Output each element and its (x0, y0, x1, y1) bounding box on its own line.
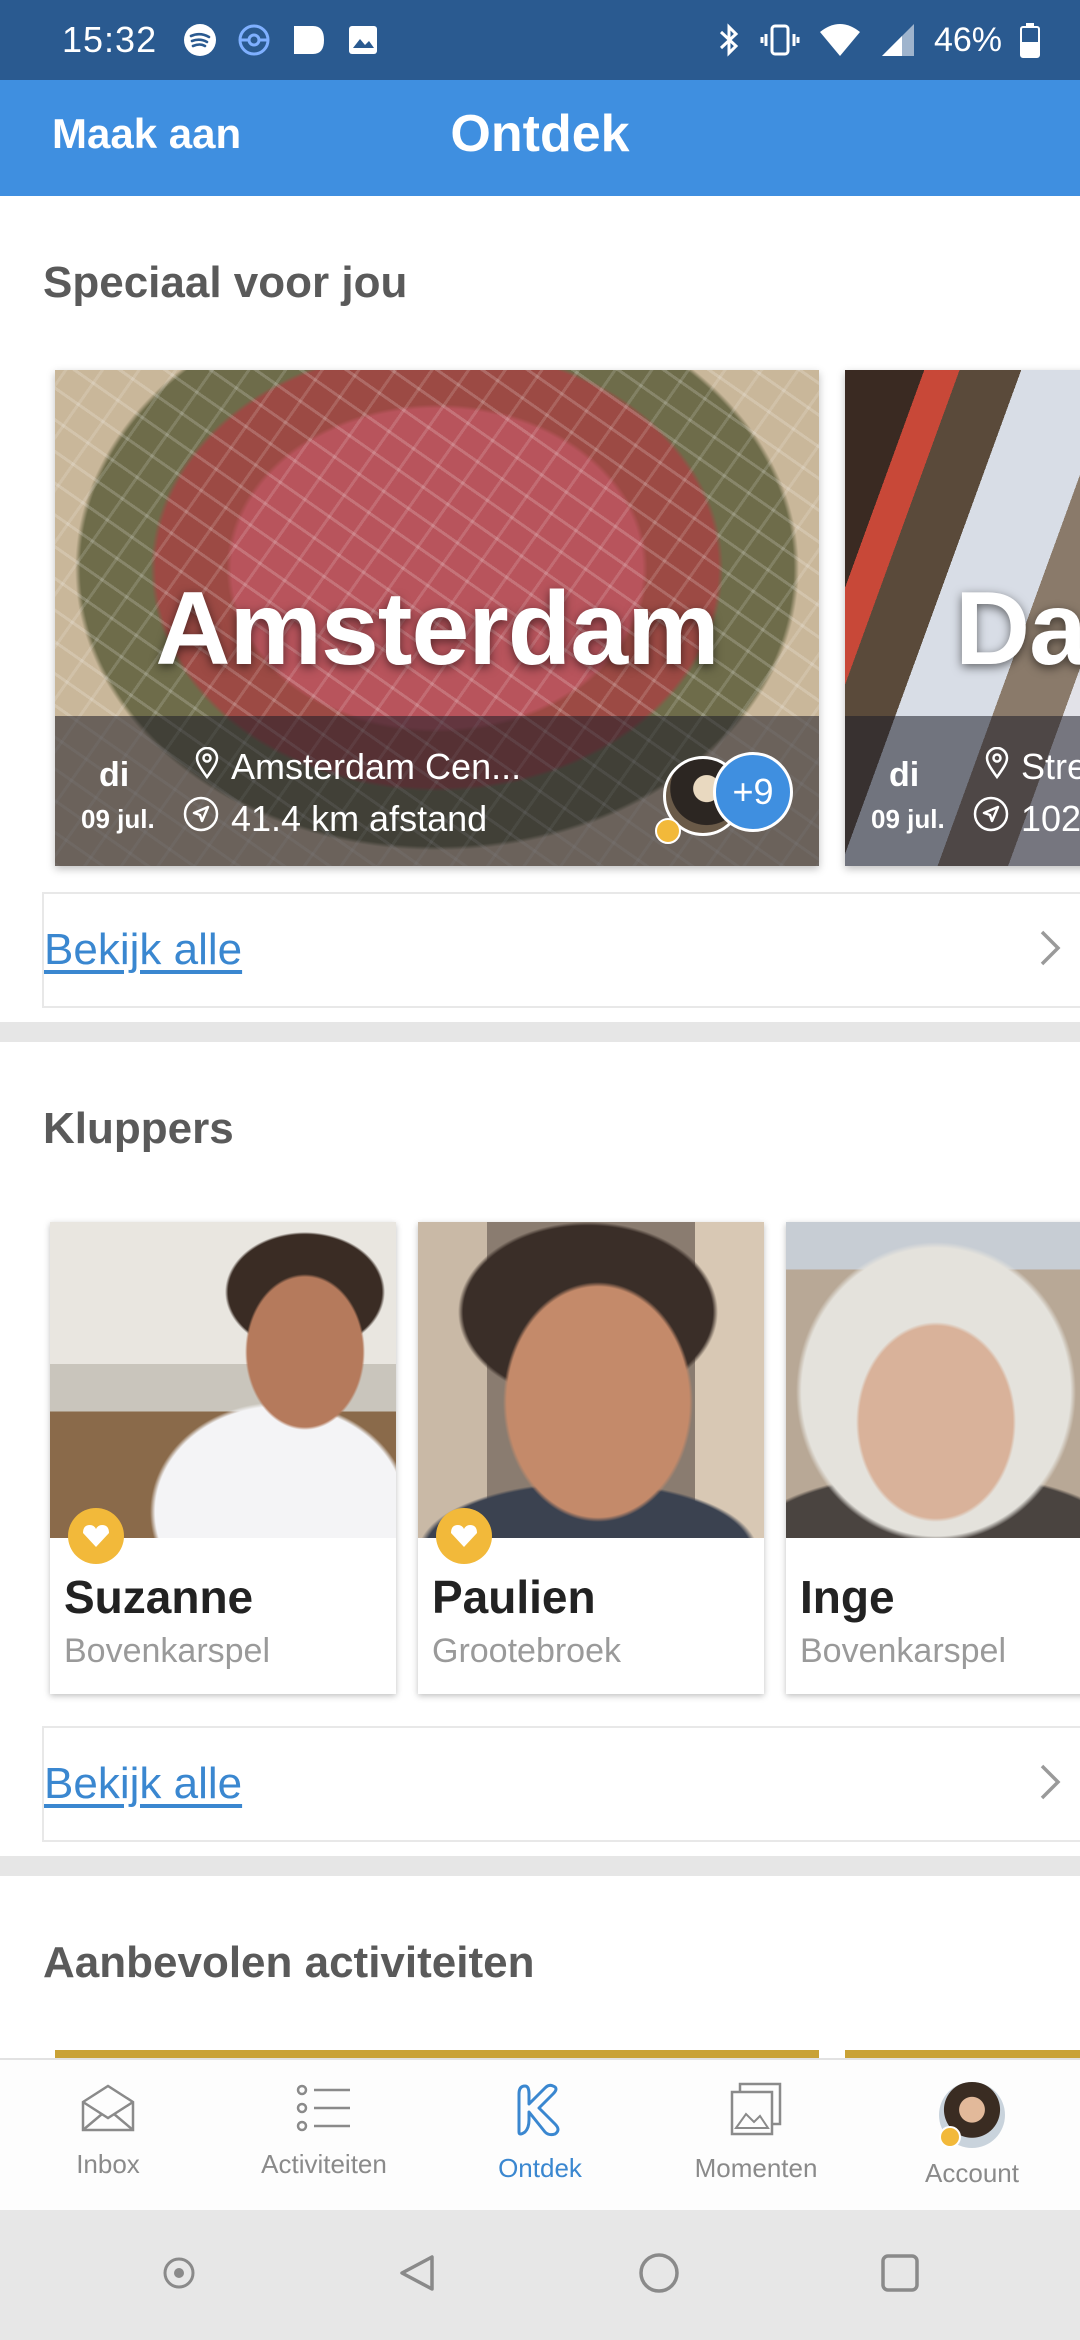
premium-badge-icon (68, 1508, 124, 1564)
activity-title: Da (955, 571, 1080, 687)
view-all-label: Bekijk alle (44, 1759, 243, 1808)
activity-info-bar: di 09 jul. Amsterdam Cen... 41.4 km afst… (55, 716, 819, 866)
activity-distance: 102 (973, 796, 1080, 841)
image-icon (347, 24, 379, 56)
battery-icon (1020, 22, 1040, 58)
nav-label: Inbox (76, 2149, 140, 2179)
nav-label: Momenten (694, 2153, 818, 2183)
home-button[interactable] (637, 2251, 681, 2300)
view-all-label: Bekijk alle (44, 925, 243, 974)
wifi-icon (818, 22, 862, 58)
activity-distance-text: 102 (1021, 797, 1080, 839)
activity-location-text: Amsterdam Cen... (231, 746, 522, 787)
member-city: Grootebroek (432, 1632, 621, 1670)
location-pin-icon (195, 746, 219, 788)
section-title-special: Speciaal voor jou (43, 258, 408, 307)
signal-icon (880, 22, 916, 58)
spotify-icon (183, 23, 217, 57)
activity-distance-text: 41.4 km afstand (231, 797, 488, 839)
navigation-arrow-icon (973, 796, 1009, 841)
member-photo (786, 1222, 1080, 1538)
nav-momenten[interactable]: Momenten (648, 2060, 864, 2210)
activity-date: 09 jul. (81, 804, 155, 834)
member-card[interactable]: Suzanne Bovenkarspel (50, 1222, 396, 1694)
activity-date: 09 jul. (871, 804, 945, 834)
premium-badge-icon (436, 1508, 492, 1564)
section-divider (0, 1856, 1080, 1876)
view-all-special-button[interactable]: Bekijk alle (42, 892, 1080, 1008)
avatar (939, 2082, 1005, 2148)
activity-card[interactable]: Amsterdam di 09 jul. Amsterdam Cen... 41… (55, 370, 819, 866)
view-all-kluppers-button[interactable]: Bekijk alle (42, 1726, 1080, 1842)
member-photo (418, 1222, 764, 1538)
member-name: Paulien (432, 1571, 596, 1623)
assistant-button[interactable] (159, 2253, 199, 2298)
nav-label: Account (925, 2158, 1019, 2188)
activity-info-bar: di 09 jul. Stre 102 (845, 716, 1080, 866)
nav-inbox[interactable]: Inbox (0, 2060, 216, 2210)
notification-icons (183, 23, 379, 57)
play-store-icon (291, 23, 327, 57)
section-title-recommended: Aanbevolen activiteiten (43, 1938, 535, 1987)
navigation-arrow-icon (183, 796, 219, 841)
nav-label: Activiteiten (261, 2149, 387, 2179)
bottom-navigation: Inbox Activiteiten Ontdek Momenten Accou… (0, 2058, 1080, 2210)
location-pin-icon (985, 746, 1009, 788)
page-title: Ontdek (450, 105, 630, 163)
nav-label: Ontdek (498, 2153, 582, 2183)
activity-title: Amsterdam (155, 571, 719, 687)
activity-distance: 41.4 km afstand (183, 796, 487, 841)
activity-day: di (99, 756, 130, 794)
app-header: Maak aan Ontdek (0, 80, 1080, 196)
section-title-kluppers: Kluppers (43, 1104, 234, 1153)
system-navigation-bar (0, 2210, 1080, 2340)
klup-logo-icon (515, 2082, 565, 2143)
status-bar: 15:32 46% (0, 0, 1080, 80)
member-photo (50, 1222, 396, 1538)
participants-count: +9 (713, 752, 793, 832)
chevron-right-icon (1038, 1762, 1062, 1807)
member-card[interactable]: Inge Bovenkarspel (786, 1222, 1080, 1694)
system-icons: 46% (716, 21, 1040, 60)
activity-location: Stre (985, 746, 1080, 788)
nav-ontdek[interactable]: Ontdek (432, 2060, 648, 2210)
recents-button[interactable] (878, 2251, 922, 2300)
activity-day: di (889, 756, 920, 794)
chevron-right-icon (1038, 928, 1062, 973)
list-icon (294, 2082, 354, 2139)
section-divider (0, 1022, 1080, 1042)
premium-badge-icon (655, 818, 681, 844)
premium-badge-icon (939, 2126, 961, 2148)
activity-location: Amsterdam Cen... (195, 746, 521, 788)
bluetooth-icon (716, 22, 742, 58)
battery-percent: 46% (933, 20, 1002, 59)
member-card[interactable]: Paulien Grootebroek (418, 1222, 764, 1694)
member-name: Inge (800, 1571, 895, 1623)
vibrate-icon (760, 22, 800, 58)
back-button[interactable] (396, 2251, 440, 2300)
status-time: 15:32 (62, 19, 158, 60)
inbox-icon (78, 2082, 138, 2139)
nav-account[interactable]: Account (864, 2060, 1080, 2210)
activity-location-text: Stre (1021, 746, 1080, 787)
member-city: Bovenkarspel (800, 1632, 1007, 1670)
member-name: Suzanne (64, 1571, 254, 1623)
activity-card[interactable]: Da di 09 jul. Stre 102 (845, 370, 1080, 866)
nav-activiteiten[interactable]: Activiteiten (216, 2060, 432, 2210)
pokeball-icon (237, 23, 271, 57)
member-city: Bovenkarspel (64, 1632, 271, 1670)
photos-icon (726, 2082, 786, 2143)
